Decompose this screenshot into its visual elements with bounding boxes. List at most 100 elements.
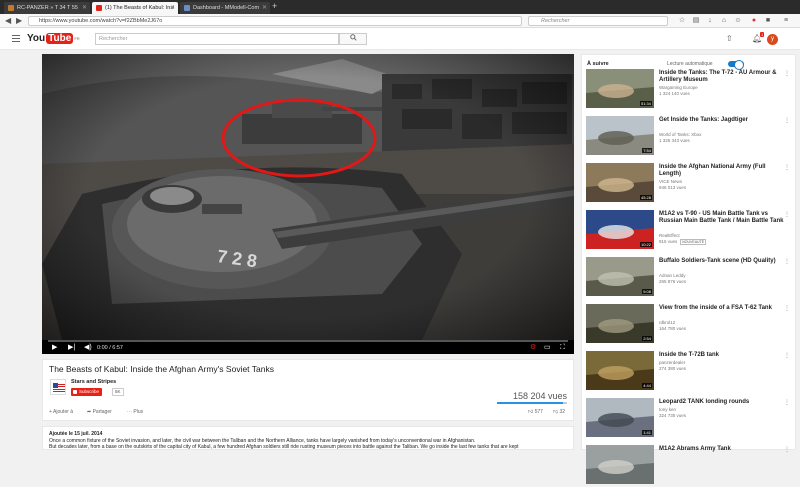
- video-thumbnail[interactable]: [586, 445, 654, 484]
- browser-search-box[interactable]: Rechercher: [528, 16, 668, 26]
- more-actions-icon[interactable]: ⋮: [784, 70, 790, 77]
- forward-arrow-icon[interactable]: ▶: [16, 16, 22, 26]
- recommended-video-channel[interactable]: rdkrol12: [659, 320, 789, 326]
- close-tab-icon[interactable]: ✕: [262, 2, 267, 14]
- dislike-button[interactable]: 👎︎ 32: [553, 408, 565, 416]
- autoplay-toggle[interactable]: [728, 60, 744, 70]
- browser-tab-youtube[interactable]: (1) The Beasts of Kabul: Insi ✕: [92, 2, 178, 14]
- recommended-video-title[interactable]: Leopard2 TANK londing rounds: [659, 399, 789, 406]
- share-button[interactable]: ➦ Partager: [87, 408, 112, 416]
- fullscreen-icon[interactable]: ⛶: [560, 344, 565, 352]
- channel-avatar[interactable]: [50, 379, 66, 395]
- search-button[interactable]: [339, 33, 367, 45]
- video-title: The Beasts of Kabul: Inside the Afghan A…: [49, 364, 274, 374]
- close-tab-icon[interactable]: ✕: [82, 2, 87, 14]
- add-to-label: Ajouter à: [53, 409, 74, 415]
- recommended-video-channel[interactable]: tony ken: [659, 407, 789, 413]
- recommended-video-title[interactable]: Inside the T-72B tank: [659, 352, 789, 359]
- recommended-video-item[interactable]: 7:54 Get Inside the Tanks: Jagdtiger World…: [586, 116, 794, 158]
- extension-icon[interactable]: ■: [764, 17, 772, 25]
- notification-count-badge: 1: [760, 32, 765, 37]
- recommended-video-title[interactable]: Inside the Tanks: The T-72 - AU Armour &…: [659, 70, 789, 84]
- video-thumbnail[interactable]: 10:22: [586, 210, 654, 249]
- video-thumbnail[interactable]: 2:54: [586, 304, 654, 343]
- more-actions-icon[interactable]: ⋮: [784, 352, 790, 359]
- recommended-video-channel[interactable]: World of Tanks: Xbox: [659, 132, 789, 138]
- recommended-video-item[interactable]: 5:08 Buffalo Soldiers-Tank scene (HD Qual…: [586, 257, 794, 299]
- browser-tab-bar: RC-PANZER » T 34 T 55 ✕ (1) The Beasts o…: [0, 0, 800, 14]
- volume-icon[interactable]: ◀): [84, 344, 92, 352]
- avatar[interactable]: y: [767, 34, 778, 45]
- next-icon[interactable]: ▶|: [68, 344, 75, 352]
- recommended-video-channel[interactable]: Wargaming Europe: [659, 85, 789, 91]
- upload-icon[interactable]: ⇧: [726, 35, 733, 43]
- recommended-video-item[interactable]: 45:28 Inside the Afghan National Army (Fu…: [586, 163, 794, 205]
- more-actions-icon[interactable]: ⋮: [784, 399, 790, 406]
- adblock-icon[interactable]: ●: [750, 17, 758, 25]
- recommended-video-channel[interactable]: RealEffect: [659, 233, 789, 239]
- more-actions-icon[interactable]: ⋮: [784, 211, 790, 218]
- download-icon[interactable]: ↓: [706, 17, 714, 25]
- more-actions-icon[interactable]: ⋮: [784, 258, 790, 265]
- recommended-video-channel[interactable]: Adnan Leddy: [659, 273, 789, 279]
- library-icon[interactable]: ▤: [692, 17, 700, 25]
- home-icon[interactable]: ⌂: [720, 17, 728, 25]
- recommended-video-channel[interactable]: panzerdealer: [659, 360, 789, 366]
- hamburger-menu-icon[interactable]: [12, 35, 20, 42]
- video-player[interactable]: 7 2 8 ▶ ▶| ◀) 0:00 / 6:57 ⚙ ▭ ⛶: [42, 54, 574, 354]
- views-text: 324 735 vues: [659, 413, 687, 418]
- more-actions-icon[interactable]: ⋮: [784, 164, 790, 171]
- views-text: 915 vues: [659, 239, 678, 244]
- browser-menu-icon[interactable]: ≡: [782, 17, 790, 25]
- tab-title: RC-PANZER » T 34 T 55: [17, 5, 78, 11]
- url-bar[interactable]: https://www.youtube.com/watch?v=f2ZBbMe2…: [28, 16, 522, 26]
- like-button[interactable]: 👍︎ 577: [528, 408, 543, 416]
- recommended-video-title[interactable]: Inside the Afghan National Army (Full Le…: [659, 164, 789, 178]
- recommended-video-title[interactable]: Buffalo Soldiers-Tank scene (HD Quality): [659, 258, 789, 265]
- more-actions-icon[interactable]: ⋮: [784, 305, 790, 312]
- video-thumbnail[interactable]: 4:44: [586, 351, 654, 390]
- recommended-video-item[interactable]: 1:41 Leopard2 TANK londing rounds tony ken…: [586, 398, 794, 440]
- subscribe-button[interactable]: Subscribe: [71, 388, 103, 396]
- views-text: 946 013 vues: [659, 185, 687, 190]
- recommended-video-item[interactable]: 10:22 M1A2 vs T-90 - US Main Battle Tank …: [586, 210, 794, 252]
- video-thumbnail[interactable]: 45:28: [586, 163, 654, 202]
- browser-tab-rc-panzer[interactable]: RC-PANZER » T 34 T 55 ✕: [4, 2, 90, 14]
- video-thumbnail[interactable]: 51:34: [586, 69, 654, 108]
- video-thumbnail[interactable]: 7:54: [586, 116, 654, 155]
- video-thumbnail[interactable]: 1:41: [586, 398, 654, 437]
- settings-gear-icon[interactable]: ⚙: [530, 344, 536, 352]
- progress-bar[interactable]: [48, 340, 568, 342]
- new-tab-icon[interactable]: +: [272, 1, 277, 11]
- time-display: 0:00 / 6:57: [97, 345, 123, 351]
- recommended-video-item[interactable]: 2:54 View from the inside of a FSA T-62 T…: [586, 304, 794, 346]
- recommended-video-item[interactable]: M1A2 Abrams Army Tank ⋮: [586, 445, 794, 487]
- more-button[interactable]: ··· Plus: [127, 408, 143, 416]
- recommended-video-views: 1 324 140 vues: [659, 91, 789, 97]
- search-placeholder: Rechercher: [99, 36, 128, 42]
- youtube-logo[interactable]: You Tube FR: [27, 33, 80, 45]
- recommended-video-channel[interactable]: VICE News: [659, 179, 789, 185]
- recommended-video-item[interactable]: 51:34 Inside the Tanks: The T-72 - AU Arm…: [586, 69, 794, 111]
- video-thumbnail[interactable]: 5:08: [586, 257, 654, 296]
- recommended-video-item[interactable]: 4:44 Inside the T-72B tank panzerdealer 274…: [586, 351, 794, 393]
- more-actions-icon[interactable]: ⋮: [784, 117, 790, 124]
- sync-icon[interactable]: ☺: [734, 17, 742, 25]
- browser-nav-bar: ◀ ▶ https://www.youtube.com/watch?v=f2ZB…: [0, 14, 800, 28]
- browser-tab-dashboard[interactable]: Dashboard - MModell-Com ✕: [180, 2, 270, 14]
- recommended-video-title[interactable]: Get Inside the Tanks: Jagdtiger: [659, 117, 789, 124]
- theater-mode-icon[interactable]: ▭: [544, 344, 551, 352]
- back-arrow-icon[interactable]: ◀: [5, 16, 11, 26]
- star-icon[interactable]: ☆: [678, 17, 686, 25]
- play-icon[interactable]: ▶: [52, 344, 57, 352]
- recommended-video-title[interactable]: View from the inside of a FSA T-62 Tank: [659, 305, 789, 312]
- share-label: Partager: [92, 409, 112, 415]
- recommended-video-title[interactable]: M1A2 vs T-90 - US Main Battle Tank vs Ru…: [659, 211, 789, 225]
- recommended-video-views: 274 380 vues: [659, 366, 789, 372]
- close-tab-icon[interactable]: ✕: [170, 2, 175, 14]
- add-to-button[interactable]: + Ajouter à: [49, 408, 73, 416]
- youtube-search-input[interactable]: Rechercher: [95, 33, 339, 45]
- dislike-count: 32: [559, 409, 566, 415]
- channel-name[interactable]: Stars and Stripes: [71, 379, 116, 385]
- recommended-video-views: 1 326 343 vues: [659, 138, 789, 144]
